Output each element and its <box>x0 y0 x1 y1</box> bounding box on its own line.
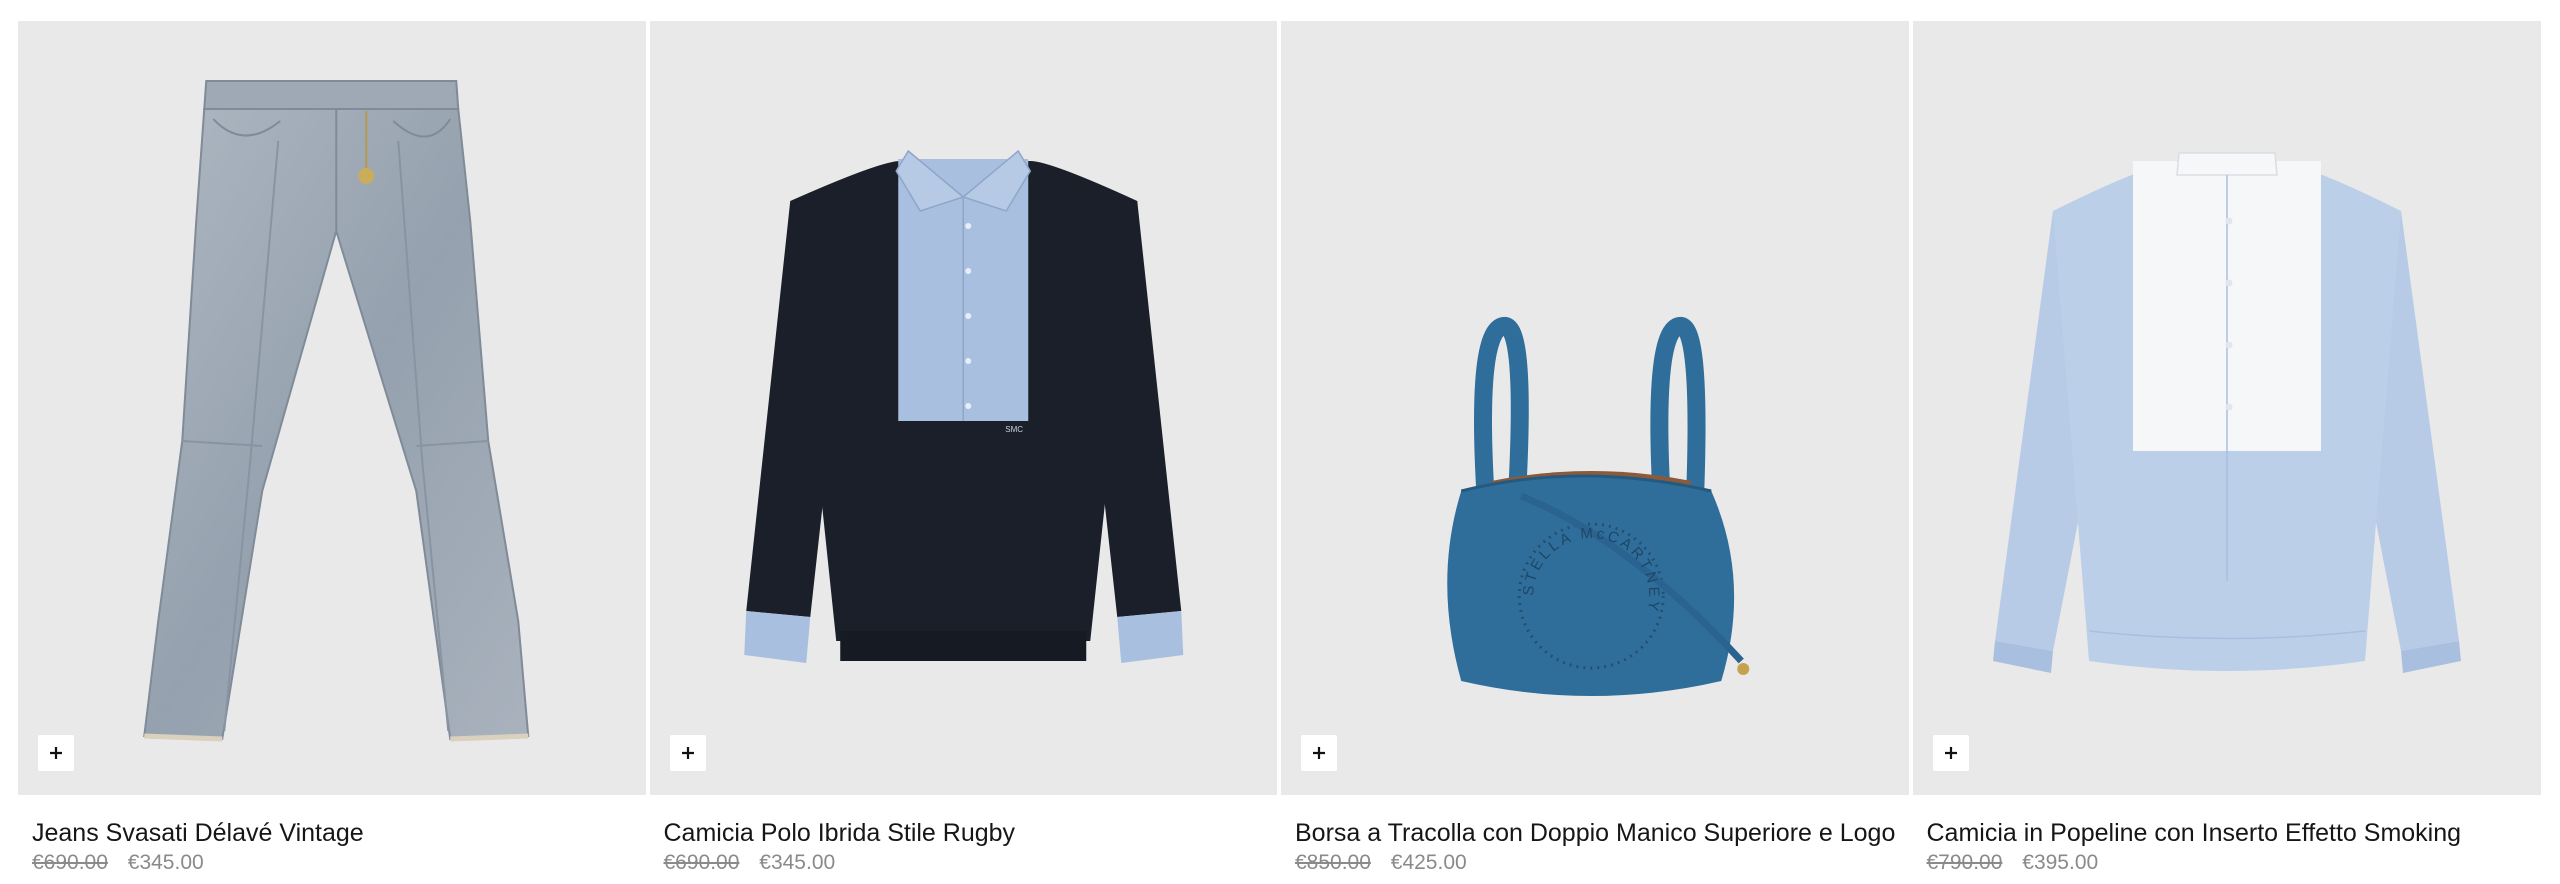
product-info: Jeans Svasati Délavé Vintage €690.00 €34… <box>18 795 646 877</box>
plus-icon <box>50 747 62 759</box>
smc-logo: SMC <box>1005 425 1023 434</box>
sale-price: €345.00 <box>759 851 836 874</box>
blue-shoulder-bag-image: STELLA McCARTNEY <box>1447 317 1750 696</box>
add-to-bag-button[interactable] <box>38 735 74 771</box>
plus-icon <box>1944 747 1957 759</box>
sale-price: €395.00 <box>2022 851 2099 874</box>
product-info: Camicia Polo Ibrida Stile Rugby €690.00 … <box>650 795 1278 877</box>
product-name[interactable]: Borsa a Tracolla con Doppio Manico Super… <box>1295 817 1895 849</box>
product-prices: €790.00 €395.00 <box>1927 849 2527 877</box>
sale-price: €345.00 <box>127 851 204 874</box>
product-card[interactable]: Jeans Svasati Délavé Vintage €690.00 €34… <box>18 21 646 884</box>
product-name[interactable]: Camicia Polo Ibrida Stile Rugby <box>664 817 1264 849</box>
plus-icon <box>681 747 694 759</box>
product-name[interactable]: Camicia in Popeline con Inserto Effetto … <box>1927 817 2527 849</box>
original-price: €690.00 <box>32 851 108 874</box>
product-info: Borsa a Tracolla con Doppio Manico Super… <box>1281 795 1909 877</box>
original-price: €850.00 <box>1295 851 1371 874</box>
plus-icon <box>1313 747 1325 759</box>
product-card[interactable]: STELLA McCARTNEY Borsa a Tracolla con Do… <box>1281 21 1909 884</box>
product-card[interactable]: Camicia in Popeline con Inserto Effetto … <box>1912 21 2541 884</box>
product-info: Camicia in Popeline con Inserto Effetto … <box>1913 795 2541 877</box>
product-prices: €690.00 €345.00 <box>664 849 1264 877</box>
product-image-container[interactable] <box>1912 21 2541 795</box>
product-image-container[interactable]: STELLA McCARTNEY <box>1281 21 1909 795</box>
product-prices: €850.00 €425.00 <box>1295 849 1895 877</box>
product-card[interactable]: SMC Camicia Polo Ibrida Stile Rugby €690… <box>649 21 1278 884</box>
add-to-bag-button[interactable] <box>1932 735 1969 771</box>
add-to-bag-button[interactable] <box>1301 735 1337 771</box>
original-price: €690.00 <box>663 851 740 874</box>
product-name[interactable]: Jeans Svasati Délavé Vintage <box>32 817 632 849</box>
tuxedo-bib-shirt-image <box>1992 152 2461 673</box>
product-image-container[interactable]: SMC <box>649 21 1277 795</box>
sale-price: €425.00 <box>1390 851 1467 874</box>
product-image-container[interactable] <box>18 21 646 795</box>
original-price: €790.00 <box>1926 851 2003 874</box>
flared-jeans-image <box>143 80 530 742</box>
product-prices: €690.00 €345.00 <box>32 849 632 877</box>
rugby-polo-shirt-image: SMC <box>743 149 1183 663</box>
product-grid: Jeans Svasati Délavé Vintage €690.00 €34… <box>18 21 2541 884</box>
add-to-bag-button[interactable] <box>669 735 706 771</box>
